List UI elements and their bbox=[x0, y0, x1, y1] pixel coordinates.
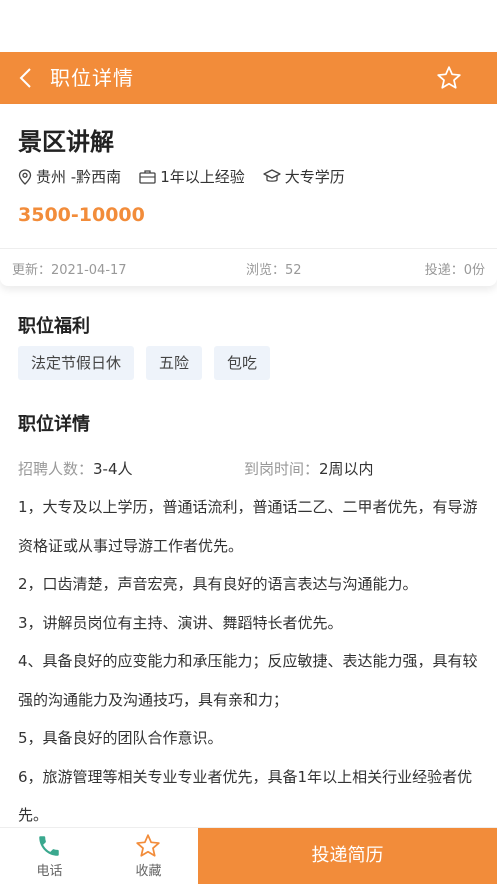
onboard-time: 到岗时间：2周以内 bbox=[244, 458, 374, 479]
app-header: 职位详情 bbox=[0, 52, 497, 104]
education-item: 大专学历 bbox=[263, 166, 345, 187]
star-icon bbox=[437, 66, 461, 89]
apply-resume-button[interactable]: 投递简历 bbox=[198, 828, 497, 884]
location-text: 贵州 -黔西南 bbox=[36, 168, 122, 186]
star-icon bbox=[136, 834, 160, 857]
back-arrow-icon bbox=[19, 68, 31, 88]
description-line: 5，具备良好的团队合作意识。 bbox=[18, 729, 223, 747]
benefit-tag: 五险 bbox=[146, 346, 203, 380]
job-stats: 更新：2021-04-17 浏览：52 投递：0份 bbox=[0, 248, 497, 287]
status-bar bbox=[0, 0, 497, 52]
headcount: 招聘人数：3-4人 bbox=[18, 458, 133, 479]
view-count: 浏览：52 bbox=[246, 263, 302, 278]
experience-text: 1年以上经验 bbox=[160, 168, 245, 186]
headcount-label: 招聘人数： bbox=[18, 460, 94, 478]
location-pin-icon bbox=[18, 168, 32, 185]
bottom-action-bar: 电话 收藏 投递简历 bbox=[0, 827, 497, 884]
salary: 3500-10000 bbox=[18, 204, 145, 226]
job-description: 1，大专及以上学历，普通话流利，普通话二乙、二甲者优先，有导游资格证或从事过导游… bbox=[18, 488, 480, 835]
location-item: 贵州 -黔西南 bbox=[18, 166, 121, 187]
description-line: 3，讲解员岗位有主持、演讲、舞蹈特长者优先。 bbox=[18, 613, 343, 632]
experience-item: 1年以上经验 bbox=[139, 166, 245, 187]
education-text: 大专学历 bbox=[284, 168, 345, 186]
applied-count: 投递：0份 bbox=[424, 263, 485, 278]
description-line: 6，旅游管理等相关专业专业者优先，具备1年以上相关行业经验者优先。 bbox=[18, 767, 473, 825]
briefcase-icon bbox=[139, 170, 156, 184]
details-title: 职位详情 bbox=[18, 414, 90, 435]
phone-button[interactable]: 电话 bbox=[0, 828, 99, 884]
onboard-value: 2周以内 bbox=[319, 460, 374, 478]
favorite-button[interactable] bbox=[435, 64, 463, 92]
update-date: 更新：2021-04-17 bbox=[12, 263, 127, 278]
job-summary-card: 景区讲解 贵州 -黔西南 1年以上经验 大专学历 3500-10000 更新：2… bbox=[0, 104, 497, 286]
back-button[interactable] bbox=[12, 64, 40, 92]
phone-label: 电话 bbox=[36, 864, 63, 879]
page-title: 职位详情 bbox=[50, 66, 134, 90]
graduation-cap-icon bbox=[263, 169, 281, 182]
onboard-label: 到岗时间： bbox=[244, 460, 320, 478]
collect-label: 收藏 bbox=[135, 864, 162, 879]
job-meta: 贵州 -黔西南 1年以上经验 大专学历 bbox=[18, 166, 363, 187]
benefit-tag: 包吃 bbox=[214, 346, 271, 380]
headcount-value: 3-4人 bbox=[93, 460, 133, 478]
benefits-title: 职位福利 bbox=[18, 316, 90, 337]
phone-icon bbox=[39, 836, 59, 856]
description-line: 1，大专及以上学历，普通话流利，普通话二乙、二甲者优先，有导游资格证或从事过导游… bbox=[18, 498, 478, 555]
description-line: 2，口齿清楚，声音宏亮，具有良好的语言表达与沟通能力。 bbox=[18, 575, 418, 593]
collect-button[interactable]: 收藏 bbox=[99, 828, 198, 884]
description-line: 4、具备良好的应变能力和承压能力；反应敏捷、表达能力强，具有较强的沟通能力及沟通… bbox=[18, 652, 478, 709]
benefit-tag: 法定节假日休 bbox=[18, 346, 135, 380]
benefit-tags: 法定节假日休 五险 包吃 bbox=[18, 346, 282, 380]
job-title: 景区讲解 bbox=[18, 128, 114, 156]
